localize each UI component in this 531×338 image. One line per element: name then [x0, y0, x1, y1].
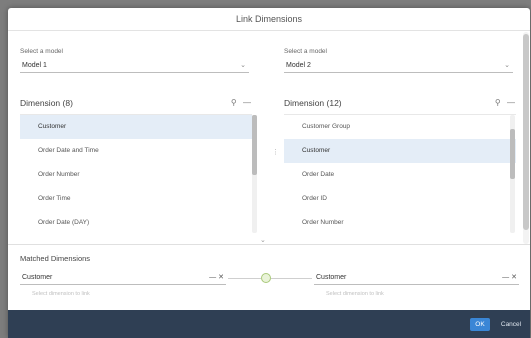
close-icon[interactable]: ✕: [511, 274, 517, 281]
matched-left-field[interactable]: Customer — ✕: [20, 271, 226, 285]
close-icon[interactable]: ✕: [218, 274, 224, 281]
dialog-header: Link Dimensions: [8, 8, 530, 31]
left-model-value: Model 1: [22, 62, 47, 69]
expand-chevron-icon[interactable]: ⌄: [260, 236, 266, 244]
cancel-button[interactable]: Cancel: [496, 318, 526, 331]
divider: [8, 244, 530, 245]
matched-left-value: Customer: [22, 274, 53, 281]
list-item[interactable]: Order Time: [20, 187, 252, 211]
matched-right-field[interactable]: Customer — ✕: [314, 271, 519, 285]
link-line-left: [228, 278, 261, 279]
left-model-select[interactable]: Model 1 ⌄: [20, 59, 249, 73]
list-item[interactable]: Order Number: [284, 211, 516, 235]
link-dimensions-dialog: Link Dimensions Select a model Model 1 ⌄…: [8, 8, 530, 338]
list-item[interactable]: Order Date (DAY): [20, 211, 252, 235]
list-item[interactable]: Customer Group: [284, 115, 516, 139]
dialog-scrollbar-thumb[interactable]: [523, 34, 529, 230]
dialog-scrollbar[interactable]: [523, 32, 529, 244]
ok-button[interactable]: OK: [470, 318, 490, 331]
list-item[interactable]: Order Date and Time: [20, 139, 252, 163]
matched-right-value: Customer: [316, 274, 347, 281]
link-line-right: [271, 278, 312, 279]
chevron-down-icon: ⌄: [504, 62, 510, 69]
right-list-scrollbar-thumb[interactable]: [510, 129, 515, 179]
right-model-label: Select a model: [284, 48, 327, 55]
dialog-footer: OK Cancel: [8, 310, 530, 338]
collapse-icon[interactable]: —: [209, 274, 216, 281]
search-icon[interactable]: ⚲: [495, 98, 501, 107]
left-list-scrollbar[interactable]: [252, 115, 257, 233]
right-panel-header: Dimension (12) ⚲ —: [284, 96, 515, 110]
left-dimension-list: Customer Order Date and Time Order Numbe…: [20, 114, 257, 235]
left-model-label: Select a model: [20, 48, 63, 55]
right-model-value: Model 2: [286, 62, 311, 69]
search-icon[interactable]: ⚲: [231, 98, 237, 107]
list-item[interactable]: Order ID: [284, 187, 516, 211]
drag-handle-icon[interactable]: ⋮: [272, 148, 279, 156]
list-item[interactable]: Customer: [20, 115, 252, 139]
link-icon[interactable]: [261, 273, 271, 283]
matched-left-hint: Select dimension to link: [32, 291, 90, 297]
right-model-select[interactable]: Model 2 ⌄: [284, 59, 513, 73]
right-dimension-list: Customer Group Customer Order Date Order…: [284, 114, 516, 235]
collapse-icon[interactable]: —: [502, 274, 509, 281]
list-item[interactable]: Order Number: [20, 163, 252, 187]
left-panel-header: Dimension (8) ⚲ —: [20, 96, 251, 110]
chevron-down-icon: ⌄: [240, 62, 246, 69]
list-item[interactable]: Order Date: [284, 163, 516, 187]
right-list-scrollbar[interactable]: [510, 115, 515, 233]
dialog-title: Link Dimensions: [235, 14, 303, 24]
matched-dimension-row: Customer — ✕ Customer — ✕: [8, 266, 530, 288]
left-panel-title: Dimension (8): [20, 98, 73, 108]
collapse-icon[interactable]: —: [507, 98, 515, 107]
left-list-scrollbar-thumb[interactable]: [252, 115, 257, 175]
right-panel-title: Dimension (12): [284, 98, 342, 108]
collapse-icon[interactable]: —: [243, 98, 251, 107]
list-item[interactable]: Customer: [284, 139, 516, 163]
matched-dimensions-title: Matched Dimensions: [20, 254, 91, 263]
matched-right-hint: Select dimension to link: [326, 291, 384, 297]
